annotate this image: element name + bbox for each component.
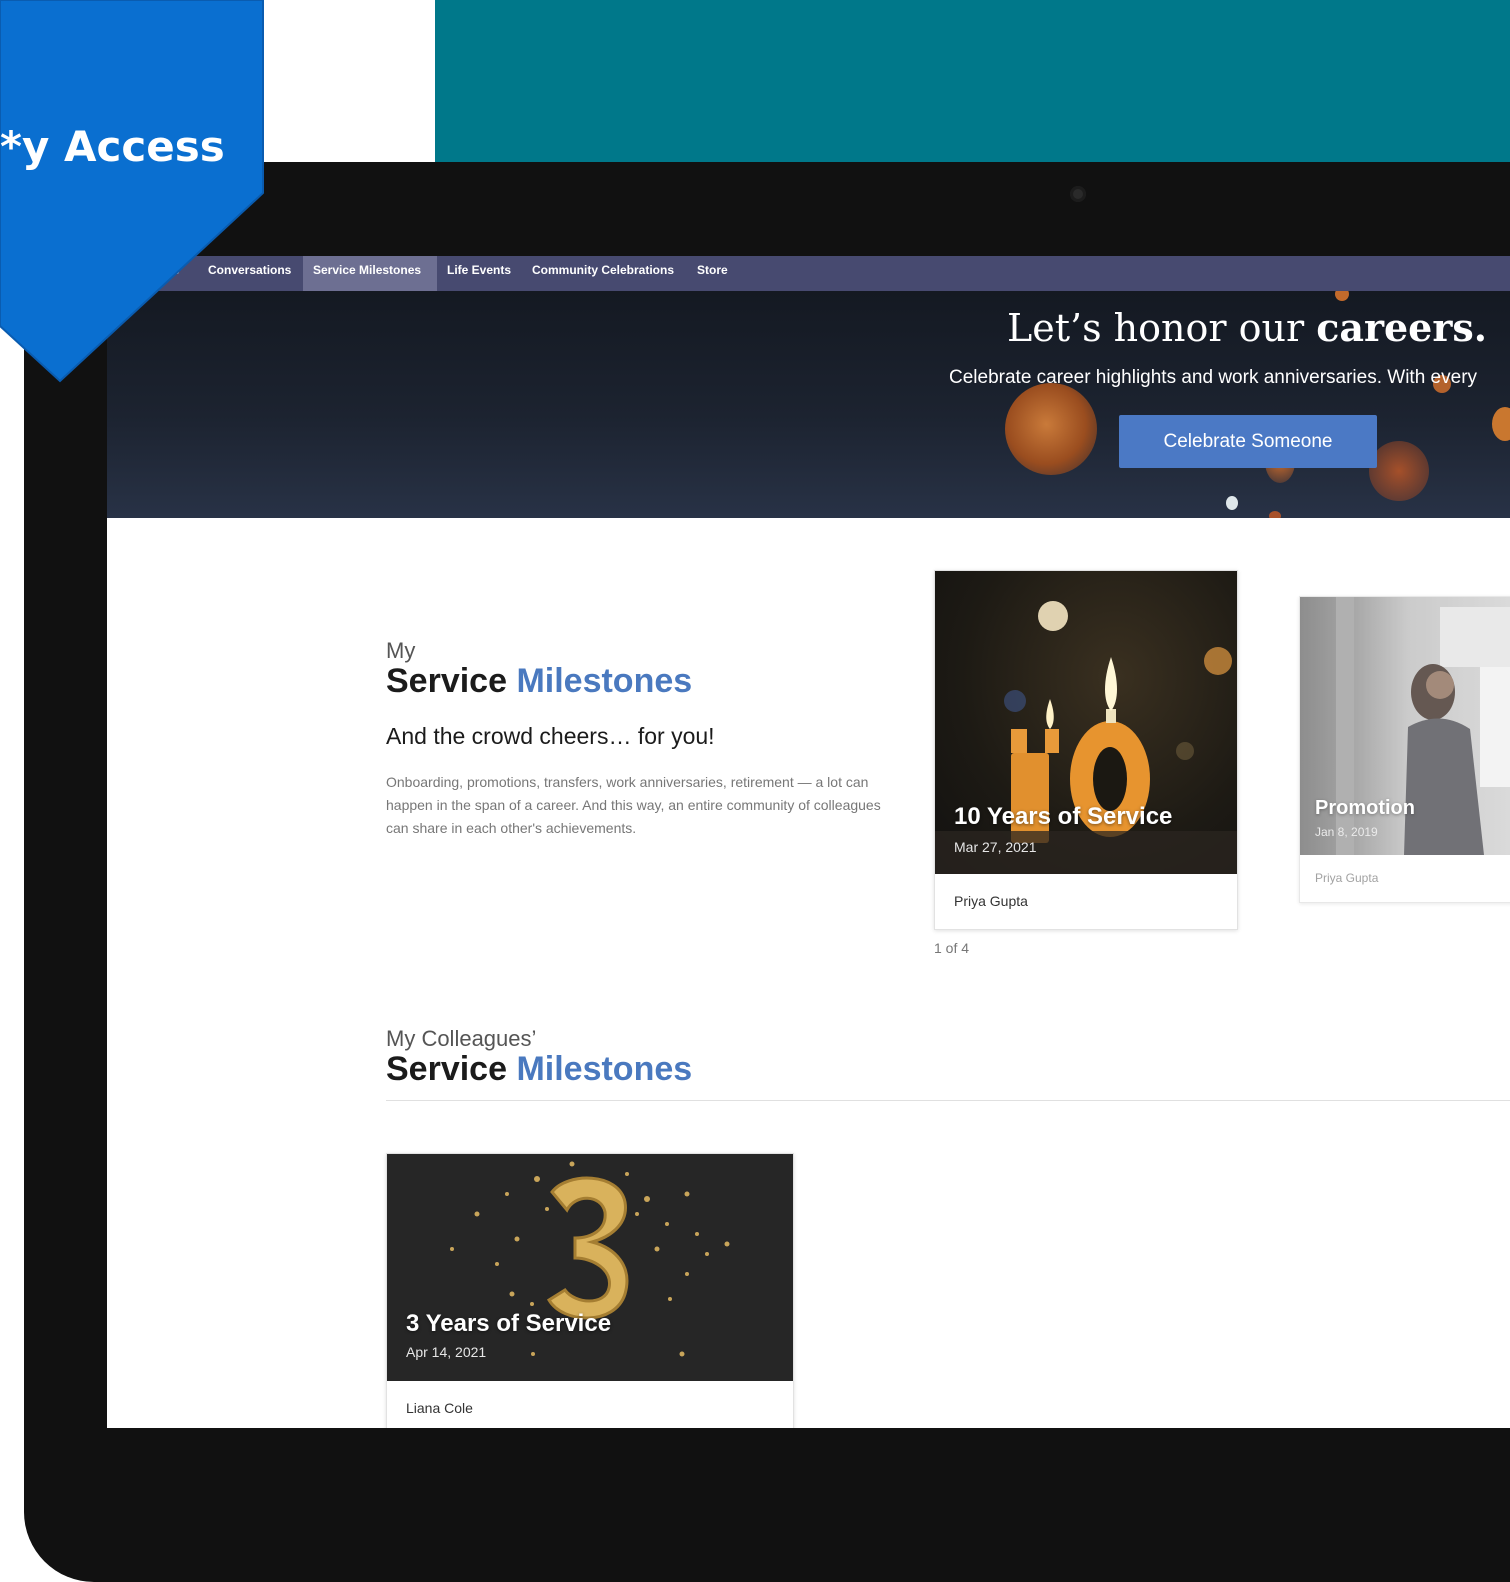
colleague-milestone-card[interactable]: 3 Years of Service Apr 14, 2021 Liana Co… [386, 1153, 794, 1428]
section-title-dark: Service [386, 662, 507, 700]
section-description: Onboarding, promotions, transfers, work … [386, 774, 881, 836]
carousel-pager: 1 of 4 [934, 940, 970, 956]
milestone-title: Promotion [1315, 797, 1415, 819]
milestone-card[interactable]: 10 Years of Service Mar 27, 2021 Priya G… [934, 570, 1238, 930]
colleagues-section-pre-title: My Colleagues’ [386, 1026, 537, 1051]
milestone-title: 3 Years of Service [406, 1310, 612, 1337]
nav-item-service-milestones[interactable]: Service Milestones [303, 256, 437, 291]
hero-title: Let’s honor our careers. [1007, 305, 1487, 350]
milestone-person: Priya Gupta [954, 893, 1028, 909]
milestone-person: Liana Cole [406, 1400, 473, 1416]
bokeh-light [1005, 383, 1097, 475]
milestone-image: Promotion Jan 8, 2019 [1300, 597, 1510, 855]
nav-item-life-events[interactable]: Life Events [437, 256, 521, 291]
hero-title-bold: careers. [1316, 305, 1487, 350]
milestone-date: Jan 8, 2019 [1315, 825, 1378, 839]
hero-banner: Let’s honor our careers. Celebrate caree… [107, 291, 1510, 518]
section-title: Service Milestones [386, 662, 692, 701]
nav-item-store[interactable]: Store [687, 256, 738, 291]
bokeh-light [1226, 496, 1238, 510]
banner-text: y Access* [0, 122, 225, 171]
app-screen: es Conversations Service Milestones Life… [107, 256, 1510, 1428]
hero-title-text: Let’s honor our [1007, 306, 1317, 350]
banner-shape [0, 0, 264, 383]
section-title-blue: Milestones [516, 1050, 693, 1088]
teal-background [435, 0, 1510, 165]
section-title-blue: Milestones [516, 662, 693, 700]
colleagues-section-title: Service Milestones [386, 1050, 692, 1089]
milestone-date: Apr 14, 2021 [406, 1344, 487, 1360]
section-tagline: And the crowd cheers… for you! [386, 723, 715, 749]
section-pre-title: My [386, 638, 416, 663]
promo-banner: y Access* [0, 0, 265, 383]
celebrate-someone-button[interactable]: Celebrate Someone [1119, 415, 1377, 468]
milestone-image: 3 Years of Service Apr 14, 2021 [387, 1154, 793, 1381]
section-divider [386, 1100, 1510, 1101]
milestone-card[interactable]: Promotion Jan 8, 2019 Priya Gupta [1299, 596, 1510, 903]
milestone-image: 10 Years of Service Mar 27, 2021 [935, 571, 1237, 874]
bokeh-light [1269, 511, 1281, 518]
bokeh-light [1369, 441, 1429, 501]
nav-item-community-celebrations[interactable]: Community Celebrations [522, 256, 684, 291]
section-title-dark: Service [386, 1050, 507, 1088]
milestone-date: Mar 27, 2021 [954, 839, 1037, 855]
bokeh-light [1335, 291, 1349, 301]
top-nav: es Conversations Service Milestones Life… [107, 256, 1510, 291]
camera-dot [1070, 186, 1086, 202]
milestone-person: Priya Gupta [1315, 871, 1379, 885]
hero-subtitle: Celebrate career highlights and work ann… [949, 367, 1478, 388]
milestone-title: 10 Years of Service [954, 803, 1173, 830]
bokeh-light [1492, 407, 1510, 441]
